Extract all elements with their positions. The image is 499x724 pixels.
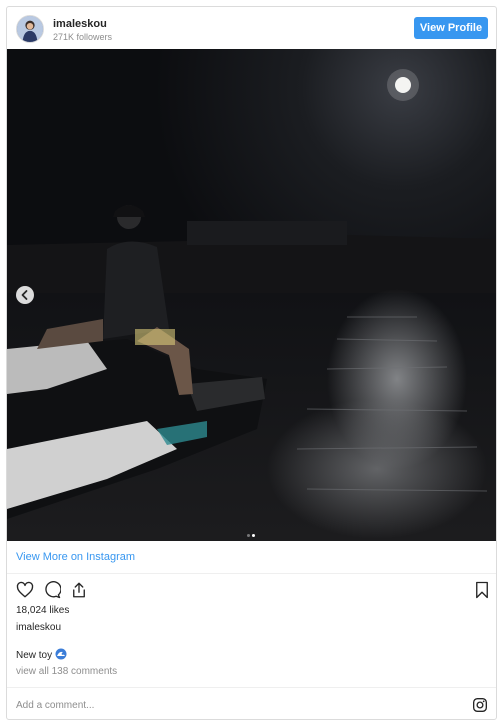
view-profile-button[interactable]: View Profile xyxy=(414,17,488,39)
username[interactable]: imaleskou xyxy=(53,18,107,30)
instagram-embed-card: imaleskou 271K followers View Profile Vi… xyxy=(6,6,497,720)
add-comment-input[interactable]: Add a comment... xyxy=(16,700,94,711)
avatar-image xyxy=(17,16,43,42)
add-comment-bar: Add a comment... xyxy=(7,687,496,719)
post-caption: New toy xyxy=(16,648,67,661)
follower-count: 271K followers xyxy=(53,32,113,42)
view-comments-link[interactable]: view all 138 comments xyxy=(16,666,117,677)
post-owner-username[interactable]: imaleskou xyxy=(16,622,61,633)
carousel-dot xyxy=(247,534,250,537)
share-icon[interactable] xyxy=(70,581,88,599)
like-count[interactable]: 18,024 likes xyxy=(16,605,69,616)
post-header: imaleskou 271K followers View Profile xyxy=(7,7,496,49)
carousel-prev-button[interactable] xyxy=(16,286,34,304)
post-photo[interactable] xyxy=(7,49,496,541)
night-jetski-photo xyxy=(7,49,496,541)
wave-icon xyxy=(55,648,67,660)
comment-icon[interactable] xyxy=(43,581,61,599)
carousel-indicator xyxy=(246,524,256,537)
caption-text: New toy xyxy=(16,650,53,661)
heart-icon[interactable] xyxy=(16,581,34,599)
view-more-bar: View More on Instagram xyxy=(7,541,496,574)
view-more-link[interactable]: View More on Instagram xyxy=(16,551,135,563)
avatar[interactable] xyxy=(16,15,44,43)
instagram-icon[interactable] xyxy=(472,697,488,713)
action-bar xyxy=(7,574,496,604)
chevron-left-icon xyxy=(21,290,28,300)
carousel-dot-active xyxy=(252,534,255,537)
bookmark-icon[interactable] xyxy=(473,581,491,599)
